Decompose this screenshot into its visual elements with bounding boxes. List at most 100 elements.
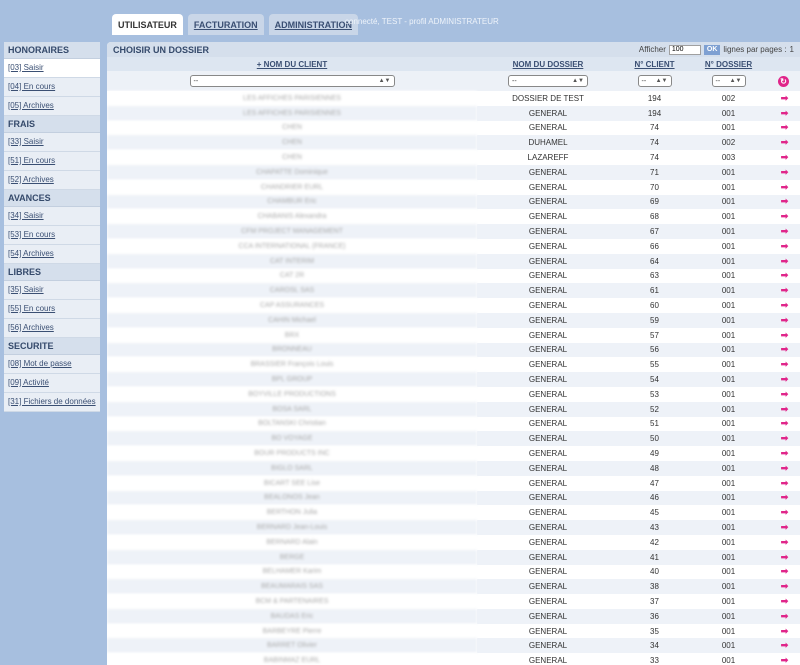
arrow-right-icon[interactable]: ➡ [781,626,788,637]
table-row[interactable]: CHEN GENERAL 74 001 ➡ [107,120,800,136]
table-row[interactable]: CAT INTERIM GENERAL 64 001 ➡ [107,253,800,269]
sidebar-item-link[interactable]: [09] Activité [8,378,49,387]
sidebar-item[interactable]: [09] Activité [4,374,100,393]
table-row[interactable]: BERGE GENERAL 41 001 ➡ [107,549,800,565]
sidebar-item-link[interactable]: [05] Archives [8,101,54,110]
table-row[interactable]: CCA INTERNATIONAL (FRANCE) GENERAL 66 001 ➡ [107,238,800,254]
arrow-right-icon[interactable]: ➡ [781,300,788,311]
sidebar-item-link[interactable]: [52] Archives [8,175,54,184]
sidebar-item-link[interactable]: [35] Saisir [8,285,44,294]
ok-button[interactable]: OK [703,44,721,55]
num-dossier-filter-select[interactable]: -- ▲▼ [711,75,746,87]
table-row[interactable]: BAUDAS Eric GENERAL 36 001 ➡ [107,608,800,624]
arrow-right-icon[interactable]: ➡ [781,330,788,341]
table-row[interactable]: BOLTANSKI Christian GENERAL 51 001 ➡ [107,416,800,432]
arrow-right-icon[interactable]: ➡ [781,285,788,296]
table-row[interactable]: BOSA SARL GENERAL 52 001 ➡ [107,401,800,417]
table-row[interactable]: CHANDRIER EURL GENERAL 70 001 ➡ [107,179,800,195]
arrow-right-icon[interactable]: ➡ [781,359,788,370]
arrow-right-icon[interactable]: ➡ [781,552,788,563]
arrow-right-icon[interactable]: ➡ [781,433,788,444]
table-row[interactable]: CAP ASSURANCES GENERAL 60 001 ➡ [107,298,800,313]
table-row[interactable]: BRX GENERAL 57 001 ➡ [107,327,800,343]
sidebar-item[interactable]: [33] Saisir [4,133,100,152]
arrow-right-icon[interactable]: ➡ [781,344,788,355]
refresh-icon[interactable]: ↻ [778,75,789,87]
arrow-right-icon[interactable]: ➡ [781,167,788,178]
table-row[interactable]: BABINMAZ EURL GENERAL 33 001 ➡ [107,653,800,665]
sidebar-item-link[interactable]: [51] En cours [8,156,55,165]
table-row[interactable]: BRONNEAU GENERAL 56 001 ➡ [107,342,800,358]
sidebar-item-link[interactable]: [08] Mot de passe [8,359,72,368]
arrow-right-icon[interactable]: ➡ [781,566,788,577]
table-row[interactable]: CHEN LAZAREFF 74 003 ➡ [107,150,800,165]
arrow-right-icon[interactable]: ➡ [781,522,788,533]
col-client-header[interactable]: + NOM DU CLIENT [107,57,477,71]
table-row[interactable]: BELHAMER Karim GENERAL 40 001 ➡ [107,564,800,580]
rows-per-page-input[interactable] [668,44,701,55]
table-row[interactable]: CHABANIS Alexandra GENERAL 68 001 ➡ [107,209,800,225]
table-row[interactable]: CAT 2R GENERAL 63 001 ➡ [107,268,800,284]
arrow-right-icon[interactable]: ➡ [781,537,788,548]
table-row[interactable]: BEALONOS Jean GENERAL 46 001 ➡ [107,490,800,506]
arrow-right-icon[interactable]: ➡ [781,463,788,474]
sidebar-item[interactable]: [31] Fichiers de données [4,393,100,412]
tab-facturation[interactable]: FACTURATION [187,14,264,35]
arrow-right-icon[interactable]: ➡ [781,196,788,207]
arrow-right-icon[interactable]: ➡ [781,122,788,133]
table-row[interactable]: BIGLO SARL GENERAL 48 001 ➡ [107,460,800,476]
table-row[interactable]: BEAUMARAIS SAS GENERAL 38 001 ➡ [107,579,800,595]
arrow-right-icon[interactable]: ➡ [781,507,788,518]
sidebar-item-link[interactable]: [53] En cours [8,230,55,239]
num-client-filter-select[interactable]: -- ▲▼ [637,75,672,87]
client-filter-select[interactable]: -- ▲▼ [189,75,395,87]
table-row[interactable]: BO VOYAGE GENERAL 50 001 ➡ [107,431,800,447]
table-row[interactable]: LES AFFICHES PARISIENNES GENERAL 194 001 ➡ [107,105,800,121]
col-dossier-header[interactable]: NOM DU DOSSIER [477,57,619,71]
arrow-right-icon[interactable]: ➡ [781,93,788,104]
sidebar-item[interactable]: [51] En cours [4,152,100,171]
tab-utilisateur[interactable]: UTILISATEUR [112,14,183,35]
table-row[interactable]: CAHIN Michael GENERAL 59 001 ➡ [107,312,800,328]
arrow-right-icon[interactable]: ➡ [781,640,788,651]
sidebar-item[interactable]: [54] Archives [4,245,100,264]
arrow-right-icon[interactable]: ➡ [781,448,788,459]
arrow-right-icon[interactable]: ➡ [781,596,788,607]
sidebar-item[interactable]: [35] Saisir [4,281,100,300]
sidebar-item-link[interactable]: [03] Saisir [8,63,44,72]
table-row[interactable]: BCM & PARTENAIRES GENERAL 37 001 ➡ [107,594,800,609]
arrow-right-icon[interactable]: ➡ [781,211,788,222]
arrow-right-icon[interactable]: ➡ [781,374,788,385]
sidebar-item-link[interactable]: [56] Archives [8,323,54,332]
arrow-right-icon[interactable]: ➡ [781,655,788,665]
sidebar-item-link[interactable]: [54] Archives [8,249,54,258]
table-row[interactable]: BERTHON Julia GENERAL 45 001 ➡ [107,505,800,521]
sidebar-item-link[interactable]: [31] Fichiers de données [8,397,96,406]
sidebar-item-link[interactable]: [55] En cours [8,304,55,313]
table-row[interactable]: CFM PROJECT MANAGEMENT GENERAL 67 001 ➡ [107,224,800,239]
arrow-right-icon[interactable]: ➡ [781,152,788,163]
sidebar-item[interactable]: [03] Saisir [4,59,100,78]
table-row[interactable]: BERNARD Jean-Louis GENERAL 43 001 ➡ [107,520,800,535]
sidebar-item-link[interactable]: [33] Saisir [8,137,44,146]
sidebar-item[interactable]: [05] Archives [4,97,100,116]
table-row[interactable]: CHEN DUHAMEL 74 002 ➡ [107,135,800,151]
table-row[interactable]: BARRET Olivier GENERAL 34 001 ➡ [107,638,800,654]
arrow-right-icon[interactable]: ➡ [781,256,788,267]
sidebar-item-link[interactable]: [34] Saisir [8,211,44,220]
col-num-dossier-header[interactable]: N° DOSSIER [690,57,767,71]
table-row[interactable]: BRASSIER François Louis GENERAL 55 001 ➡ [107,357,800,373]
arrow-right-icon[interactable]: ➡ [781,581,788,592]
page-number[interactable]: 1 [790,45,794,54]
table-row[interactable]: CHAMBUR Eric GENERAL 69 001 ➡ [107,194,800,210]
arrow-right-icon[interactable]: ➡ [781,478,788,489]
table-row[interactable]: BICART SEE Lise GENERAL 47 001 ➡ [107,475,800,491]
table-row[interactable]: CAROSL SAS GENERAL 61 001 ➡ [107,283,800,299]
arrow-right-icon[interactable]: ➡ [781,241,788,252]
arrow-right-icon[interactable]: ➡ [781,611,788,622]
arrow-right-icon[interactable]: ➡ [781,389,788,400]
table-row[interactable]: LES AFFICHES PARISIENNES DOSSIER DE TEST 1… [107,91,800,106]
sidebar-item[interactable]: [08] Mot de passe [4,355,100,374]
table-row[interactable]: BPL GROUP GENERAL 54 001 ➡ [107,372,800,387]
sidebar-item[interactable]: [34] Saisir [4,207,100,226]
